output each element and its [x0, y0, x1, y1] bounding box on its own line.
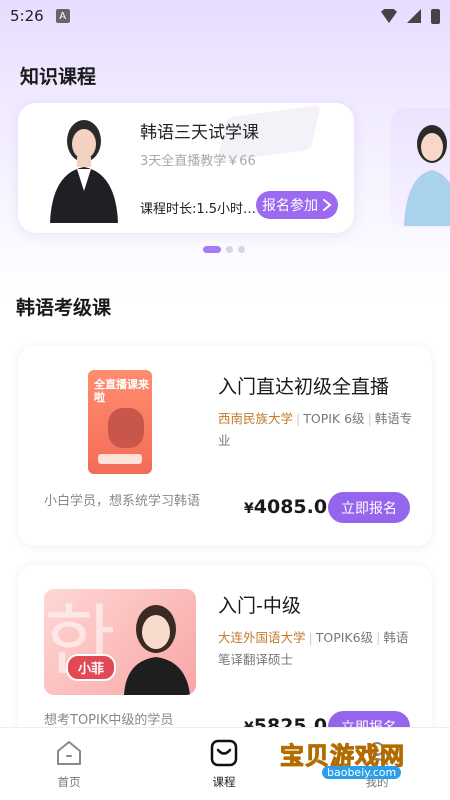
carousel-dot [238, 246, 245, 253]
course-tag-level: TOPIK 6级 [303, 411, 365, 426]
nav-label-course: 课程 [212, 775, 236, 789]
teacher-photo [124, 605, 190, 695]
course-title: 入门直达初级全直播 [218, 376, 390, 398]
course-description: 小白学员，想系统学习韩语 [44, 494, 201, 509]
course-cover-text: 全直播课来啦 [94, 378, 149, 404]
course-title: 入门-中级 [218, 595, 301, 617]
signal-icon [407, 9, 421, 23]
price-value: 4085.0 [253, 496, 328, 518]
nav-item-home[interactable]: 首页 [54, 738, 84, 790]
knowledge-card-duration: 课程时长:1.5小时… [140, 202, 257, 217]
site-watermark: 宝贝游戏网 baobeiy.com [270, 730, 430, 790]
enroll-trial-label: 报名参加 [262, 198, 318, 214]
status-indicators [381, 8, 440, 24]
wifi-icon [381, 9, 397, 23]
knowledge-course-card-next[interactable] [390, 108, 450, 228]
course-school: 西南民族大学 [218, 411, 294, 426]
teacher-photo-2 [404, 125, 450, 226]
enroll-trial-button[interactable]: 报名参加 [256, 191, 338, 219]
course-icon [210, 739, 238, 767]
carousel-dot-active [203, 246, 221, 253]
knowledge-course-card[interactable]: 韩语三天试学课 3天全直播教学￥66 课程时长:1.5小时… 报名参加 [18, 103, 354, 233]
status-bar: 5:26 A [0, 0, 450, 32]
course-tags: 大连外国语大学 | TOPIK6级 | 韩语笔译翻译硕士 [218, 630, 409, 667]
watermark-url: baobeiy.com [322, 766, 402, 779]
teacher-photo [50, 120, 118, 223]
knowledge-card-subtitle: 3天全直播教学￥66 [140, 154, 256, 169]
cover-badge [98, 454, 142, 464]
course-tags: 西南民族大学 | TOPIK 6级 | 韩语专业 [218, 411, 413, 448]
home-icon [57, 741, 81, 765]
enroll-button[interactable]: 立即报名 [328, 492, 410, 523]
nav-label-home: 首页 [57, 775, 81, 789]
cover-mascot-icon [108, 408, 144, 448]
course-school: 大连外国语大学 [218, 630, 306, 645]
knowledge-section-title: 知识课程 [20, 66, 97, 88]
exam-section-title: 韩语考级课 [16, 297, 112, 319]
chevron-right-icon [323, 199, 332, 211]
battery-icon [431, 8, 440, 24]
course-cover-image: 全直播课来啦 [88, 370, 152, 474]
app-notification-icon: A [55, 9, 70, 23]
course-tag-level: TOPIK6级 [315, 630, 374, 645]
nav-item-course[interactable]: 课程 [209, 738, 239, 790]
status-time: 5:26 [10, 7, 44, 25]
carousel-dot [226, 246, 233, 253]
course-price: ¥4085.0 [244, 496, 327, 518]
knowledge-card-title: 韩语三天试学课 [140, 123, 259, 143]
course-cover-image: 한 小菲 [44, 589, 196, 695]
carousel-indicator [203, 246, 245, 253]
price-symbol: ¥ [244, 501, 254, 517]
teacher-name-badge: 小菲 [66, 654, 117, 681]
course-card[interactable]: 全直播课来啦 入门直达初级全直播 西南民族大学 | TOPIK 6级 | 韩语专业 小白… [18, 346, 432, 546]
